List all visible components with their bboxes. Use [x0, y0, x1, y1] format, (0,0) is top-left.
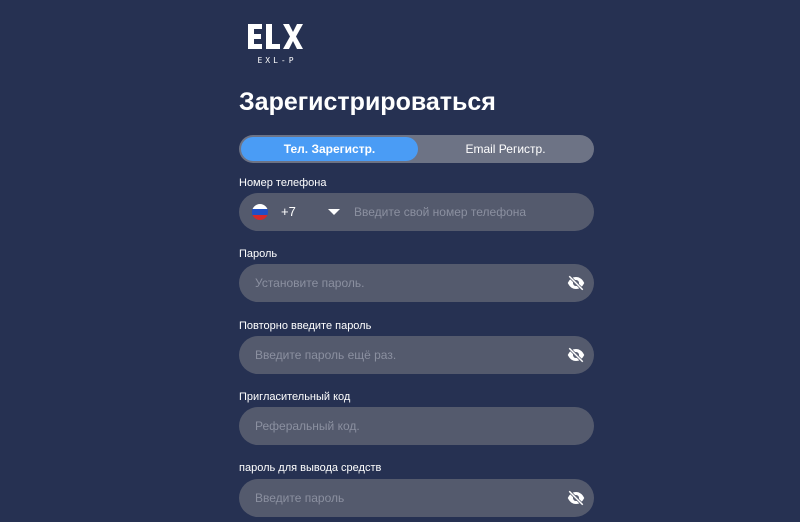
elx-logo: EXL-P — [246, 20, 306, 68]
withdraw-password-field — [239, 479, 594, 517]
phone-input[interactable] — [354, 193, 574, 231]
logo-mark — [248, 24, 303, 49]
page-title: Зарегистрироваться — [239, 88, 496, 116]
eye-off-icon[interactable] — [567, 275, 585, 291]
eye-off-icon[interactable] — [567, 490, 585, 506]
withdraw-password-input[interactable] — [255, 479, 555, 517]
confirm-password-label: Повторно введите пароль — [239, 320, 372, 332]
phone-field: +7 — [239, 193, 594, 231]
phone-label: Номер телефона — [239, 177, 327, 189]
invite-code-label: Пригласительный код — [239, 391, 351, 403]
invite-code-field — [239, 407, 594, 445]
chevron-down-icon[interactable] — [328, 209, 340, 215]
tab-email-register[interactable]: Email Регистр. — [419, 137, 592, 161]
tab-phone-register[interactable]: Тел. Зарегистр. — [241, 137, 418, 161]
eye-off-icon[interactable] — [567, 347, 585, 363]
password-input[interactable] — [255, 264, 555, 302]
russia-flag-icon[interactable] — [252, 204, 268, 220]
confirm-password-input[interactable] — [255, 336, 555, 374]
register-method-tabs: Тел. Зарегистр. Email Регистр. — [239, 135, 594, 163]
invite-code-input[interactable] — [255, 407, 555, 445]
password-label: Пароль — [239, 248, 278, 260]
password-field — [239, 264, 594, 302]
country-code[interactable]: +7 — [281, 193, 296, 231]
logo-subtitle: EXL-P — [257, 56, 297, 65]
withdraw-password-label: пароль для вывода средств — [239, 462, 382, 474]
confirm-password-field — [239, 336, 594, 374]
